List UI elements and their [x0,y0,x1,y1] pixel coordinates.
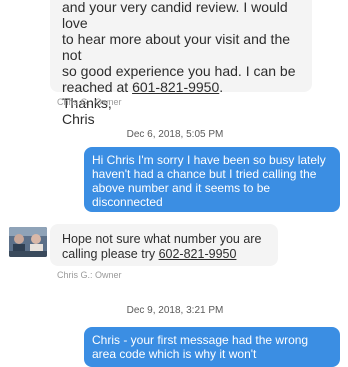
message-timestamp: Dec 9, 2018, 3:21 PM [126,305,224,316]
sender-label: Chris G.: Owner [57,97,122,107]
avatar-photo-icon [9,227,47,257]
message-text: Hi Chris I'm sorry I have been so busy l… [92,153,326,209]
phone-link[interactable]: 601-821-9950 [132,79,219,95]
owner-avatar[interactable] [9,227,47,257]
message-text: Hope not sure what number you are callin… [62,232,262,261]
user-message-bubble: Hi Chris I'm sorry I have been so busy l… [84,147,340,212]
message-timestamp: Dec 6, 2018, 5:05 PM [126,129,224,140]
owner-message-bubble: Hope not sure what number you are callin… [50,224,278,266]
owner-message-bubble: and your very candid review. I would lov… [50,0,312,127]
user-message-bubble: Chris - your first message had the wrong… [84,327,340,367]
phone-link[interactable]: 602-821-9950 [159,247,237,261]
sender-label: Chris G.: Owner [57,270,122,280]
message-text: and your very candid review. I would lov… [62,0,296,127]
message-text: Chris - your first message had the wrong… [92,333,309,361]
